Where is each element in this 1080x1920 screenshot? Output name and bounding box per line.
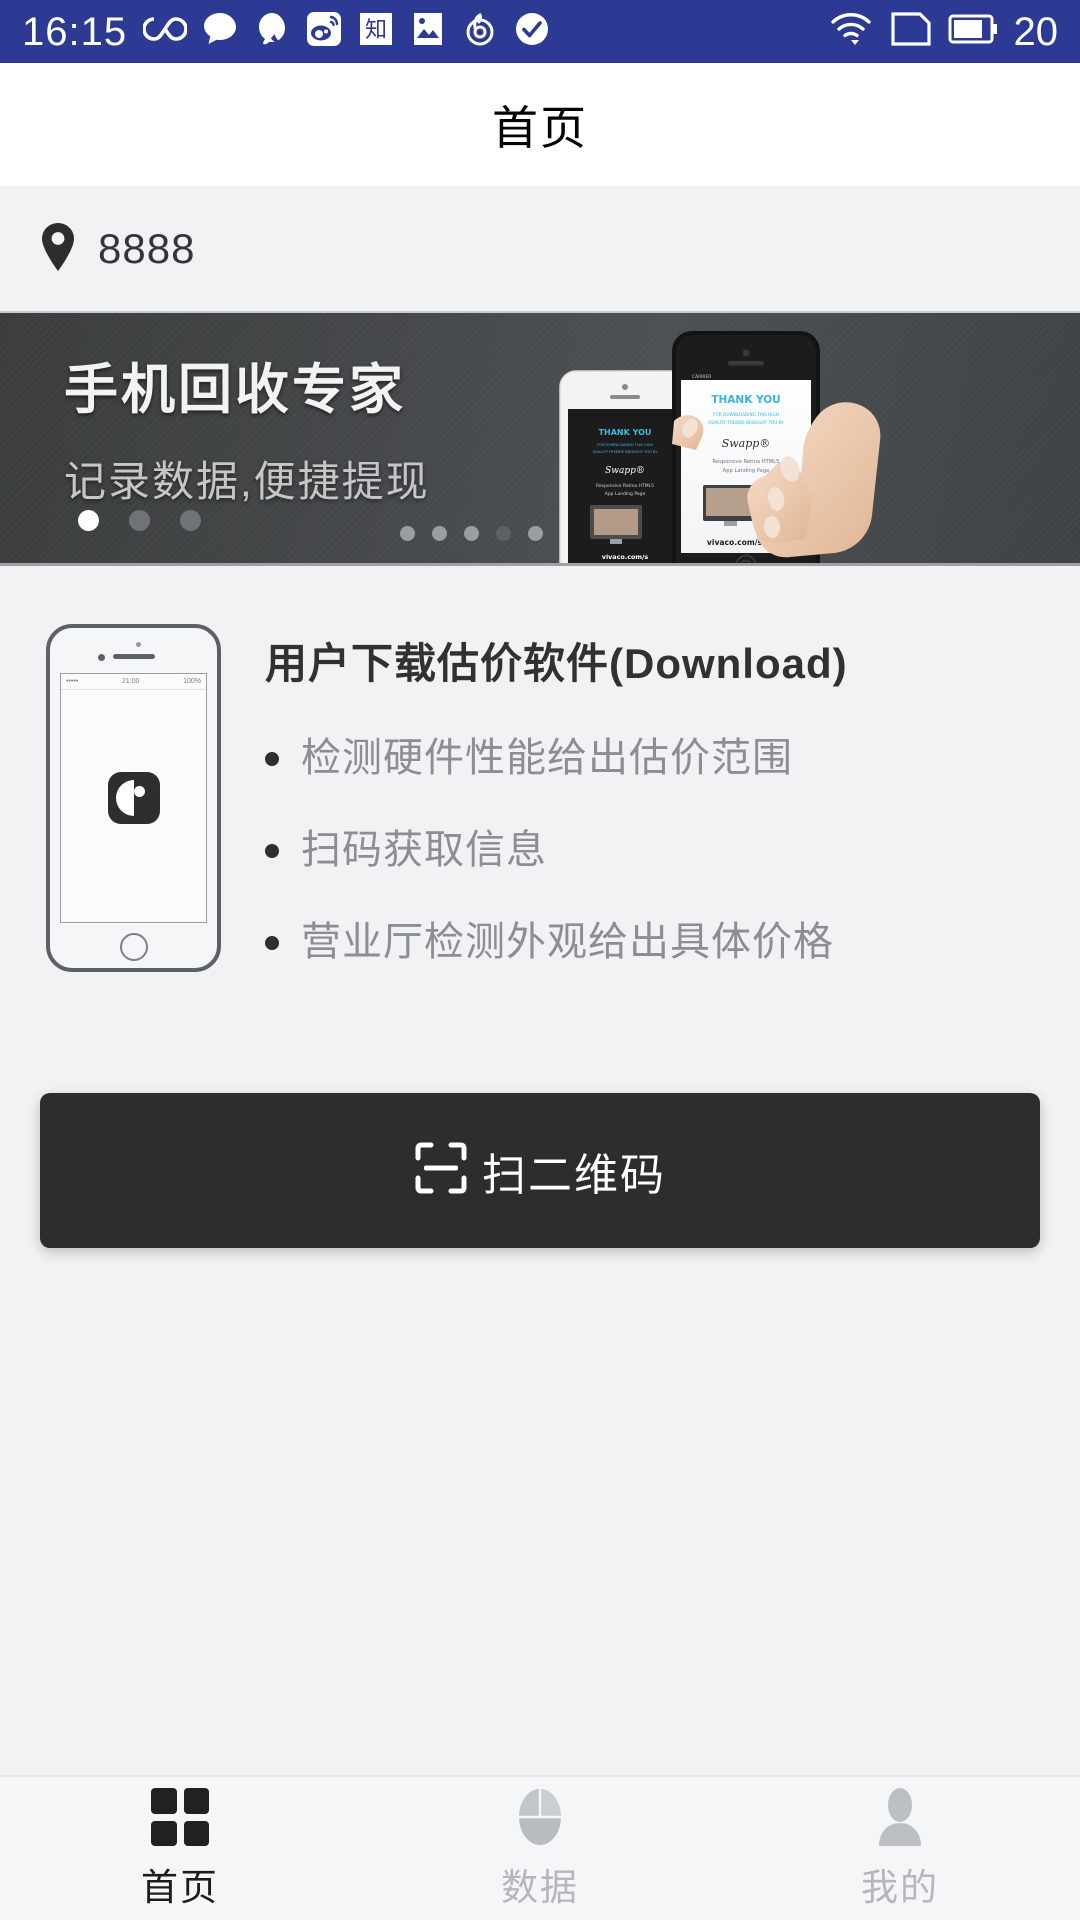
carousel-dot-1[interactable] bbox=[78, 510, 99, 531]
list-item-label: 营业厅检测外观给出具体价格 bbox=[301, 920, 834, 964]
status-bar-system-icons: 20 bbox=[828, 9, 1059, 54]
banner-artwork: THANK YOU FOR DOWNLOADING THIS HIGH QUAL… bbox=[460, 313, 1080, 563]
banner-title: 手机回收专家 bbox=[64, 360, 406, 420]
svg-text:QUALITY FREEBIE BROUGHT YOU BY: QUALITY FREEBIE BROUGHT YOU BY bbox=[593, 450, 659, 454]
phone-mockup-illustration: ••••• 21:00 100% bbox=[46, 624, 221, 1011]
sim-card-icon bbox=[890, 10, 932, 53]
list-item-label: 检测硬件性能给出估价范围 bbox=[301, 736, 793, 780]
phone-time-label: 21:00 bbox=[121, 678, 140, 685]
photo-icon bbox=[409, 10, 447, 53]
phone-screen: ••••• 21:00 100% bbox=[60, 662, 207, 934]
location-bar[interactable]: 8888 bbox=[0, 187, 1080, 311]
svg-text:THANK YOU: THANK YOU bbox=[711, 394, 780, 406]
phone-battery-label: 100% bbox=[183, 678, 201, 685]
wifi-download-icon bbox=[828, 9, 874, 54]
tab-data[interactable]: 数据 bbox=[360, 1777, 720, 1920]
carousel-dot-2[interactable] bbox=[129, 510, 150, 531]
bullet-dot-icon bbox=[265, 936, 279, 950]
phone-mockup-body: ••••• 21:00 100% bbox=[46, 624, 221, 972]
tab-home-label: 首页 bbox=[141, 1867, 219, 1908]
svg-text:Swapp®: Swapp® bbox=[605, 466, 645, 476]
location-value: 8888 bbox=[98, 225, 196, 272]
check-circle-icon bbox=[513, 10, 551, 53]
banner-image-dot bbox=[528, 526, 543, 541]
status-bar-time: 16:15 bbox=[22, 9, 128, 54]
person-icon bbox=[874, 1786, 926, 1848]
bullet-dot-icon bbox=[265, 844, 279, 858]
status-bar-notification-icons: 知 bbox=[142, 10, 551, 53]
list-item: 营业厅检测外观给出具体价格 bbox=[265, 919, 1040, 965]
phone-speaker-icon bbox=[112, 654, 155, 659]
list-item: 检测硬件性能给出估价范围 bbox=[265, 735, 1040, 781]
tab-home[interactable]: 首页 bbox=[0, 1777, 360, 1920]
status-bar: 16:15 知 20 bbox=[0, 0, 1080, 63]
banner-image-dot-active bbox=[496, 526, 511, 541]
phone-camera-icon bbox=[98, 654, 105, 661]
scan-frame-icon bbox=[414, 1141, 468, 1200]
banner-subtitle: 记录数据,便捷提现 bbox=[64, 458, 430, 506]
phone-home-button-icon bbox=[119, 933, 148, 961]
svg-text:FOR DOWNLOADING THIS HIGH: FOR DOWNLOADING THIS HIGH bbox=[713, 412, 779, 417]
banner-image-dots bbox=[400, 526, 543, 541]
map-pin-icon bbox=[38, 221, 78, 278]
svg-text:CARRIER: CARRIER bbox=[692, 374, 711, 380]
pie-chart-icon bbox=[511, 1786, 569, 1848]
download-info-text: 用户下载估价软件(Download) 检测硬件性能给出估价范围 扫码获取信息 营… bbox=[265, 624, 1040, 1011]
promo-banner-carousel[interactable]: THANK YOU FOR DOWNLOADING THIS HIGH QUAL… bbox=[0, 311, 1080, 566]
carousel-dot-3[interactable] bbox=[180, 510, 201, 531]
banner-image-dot bbox=[400, 526, 415, 541]
svg-text:Swapp®: Swapp® bbox=[722, 437, 771, 450]
svg-text:App Landing Page: App Landing Page bbox=[605, 491, 646, 497]
download-info-section: ••••• 21:00 100% 用户下载估价软件(Download) 检测硬件… bbox=[0, 566, 1080, 1011]
phone-sensor-dot-icon bbox=[136, 642, 141, 647]
chat-bubble-icon bbox=[201, 10, 239, 53]
infinity-icon bbox=[142, 14, 188, 49]
battery-icon bbox=[948, 12, 998, 51]
app-logo-icon bbox=[107, 772, 160, 824]
bullet-dot-icon bbox=[265, 752, 279, 766]
svg-text:FOR DOWNLOADING THIS HIGH: FOR DOWNLOADING THIS HIGH bbox=[597, 443, 654, 447]
svg-text:THANK YOU: THANK YOU bbox=[599, 428, 652, 437]
feature-bullet-list: 检测硬件性能给出估价范围 扫码获取信息 营业厅检测外观给出具体价格 bbox=[265, 735, 1040, 965]
svg-text:Responsive Retina HTML5: Responsive Retina HTML5 bbox=[713, 459, 780, 465]
svg-text:Responsive Retina HTML5: Responsive Retina HTML5 bbox=[596, 483, 654, 489]
page-title: 首页 bbox=[492, 101, 588, 154]
page-header: 首页 bbox=[0, 63, 1080, 187]
weibo-icon bbox=[305, 10, 343, 53]
svg-text:vivaco.com/s: vivaco.com/s bbox=[602, 553, 649, 561]
download-section-title: 用户下载估价软件(Download) bbox=[265, 640, 848, 687]
tab-profile-label: 我的 bbox=[861, 1867, 939, 1908]
banner-image-dot bbox=[464, 526, 479, 541]
banner-copy: 手机回收专家 记录数据,便捷提现 bbox=[64, 360, 430, 509]
svg-text:QUALITY FREEBIE BROUGHT YOU BY: QUALITY FREEBIE BROUGHT YOU BY bbox=[708, 420, 784, 425]
tab-data-label: 数据 bbox=[501, 1867, 579, 1908]
list-item-label: 扫码获取信息 bbox=[301, 828, 547, 872]
list-item: 扫码获取信息 bbox=[265, 827, 1040, 873]
scan-qr-button-label: 扫二维码 bbox=[482, 1150, 666, 1200]
svg-text:知: 知 bbox=[365, 18, 387, 43]
bottom-navigation: 首页 数据 我的 bbox=[0, 1775, 1080, 1920]
scan-button-container: 扫二维码 bbox=[0, 1011, 1080, 1248]
battery-percent-label: 20 bbox=[1013, 9, 1059, 54]
scan-qr-button[interactable]: 扫二维码 bbox=[40, 1093, 1040, 1248]
qq-icon bbox=[253, 10, 291, 53]
grid-icon bbox=[151, 1786, 209, 1848]
zhihu-icon: 知 bbox=[357, 10, 395, 53]
tab-profile[interactable]: 我的 bbox=[720, 1777, 1080, 1920]
carousel-indicator[interactable] bbox=[78, 510, 201, 531]
banner-image-dot bbox=[432, 526, 447, 541]
phone-signal-label: ••••• bbox=[66, 678, 79, 685]
svg-text:App Landing Page: App Landing Page bbox=[723, 468, 770, 474]
netease-music-icon bbox=[461, 10, 499, 53]
